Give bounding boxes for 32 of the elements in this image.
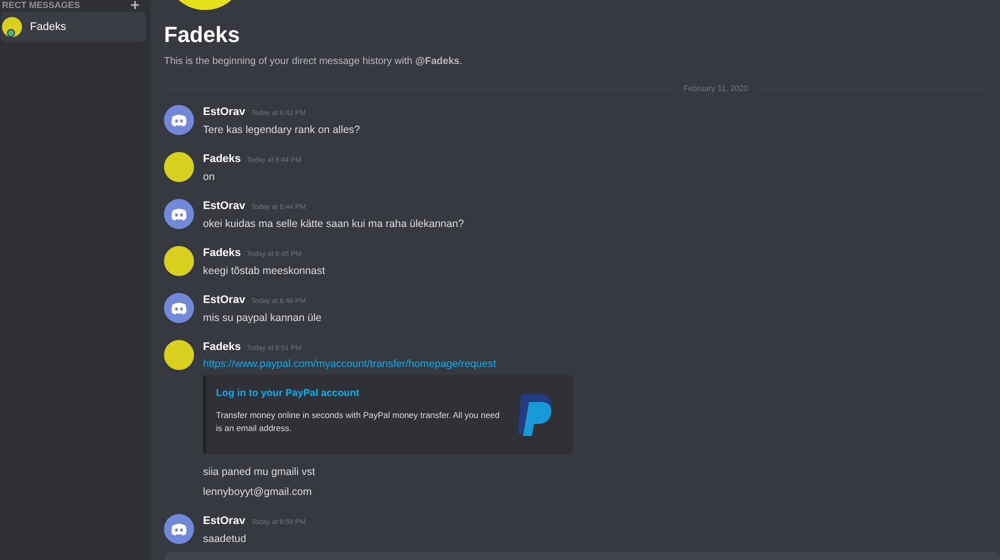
author-name[interactable]: EstOrav <box>203 199 246 213</box>
plus-icon[interactable] <box>130 0 140 10</box>
message-text: lennyboyyt@gmail.com <box>203 485 313 500</box>
author-name[interactable]: Fadeks <box>203 152 241 166</box>
date-divider: February 11, 2020 <box>682 83 749 95</box>
author-name[interactable]: Fadeks <box>203 246 241 260</box>
author-name[interactable]: EstOrav <box>203 105 246 119</box>
message-text: mis su paypal kannan üle <box>203 311 322 326</box>
avatar-image <box>164 152 194 182</box>
avatar-image <box>2 17 22 37</box>
channel-title: Fadeks <box>164 22 241 48</box>
avatar-image <box>164 340 194 370</box>
avatar-icon <box>164 105 194 135</box>
message-text: okei kuidas ma selle kätte saan kui ma raha ülekannan? <box>203 217 464 232</box>
message-text: on <box>203 170 216 185</box>
avatar-icon <box>164 514 194 544</box>
message-text: Tere kas legendary rank on alles? <box>203 123 360 138</box>
avatar-icon <box>164 293 194 323</box>
section-title: RECT MESSAGES <box>2 0 80 10</box>
intro-text: This is the beginning of your direct message history with @Fadeks. <box>164 55 464 69</box>
message-text: saadetud <box>203 532 248 547</box>
author-name[interactable]: EstOrav <box>203 514 246 528</box>
message-text: siia paned mu gmaili vst <box>203 465 316 480</box>
avatar-image <box>164 246 194 276</box>
embed-title[interactable]: Log in to your PayPal account <box>216 386 506 401</box>
message-link[interactable]: https://www.paypal.com/myaccount/transfer/homepage/request <box>203 356 573 372</box>
embed-description: Transfer money online in seconds with PayPal money transfer. All you need is an email address. <box>216 409 501 435</box>
author-name[interactable]: Fadeks <box>203 340 241 354</box>
message-text: keegi tõstab meeskonnast <box>203 264 325 279</box>
avatar-icon <box>164 199 194 229</box>
dm-item[interactable]: Fadeks <box>1 12 146 42</box>
author-name[interactable]: EstOrav <box>203 293 246 307</box>
